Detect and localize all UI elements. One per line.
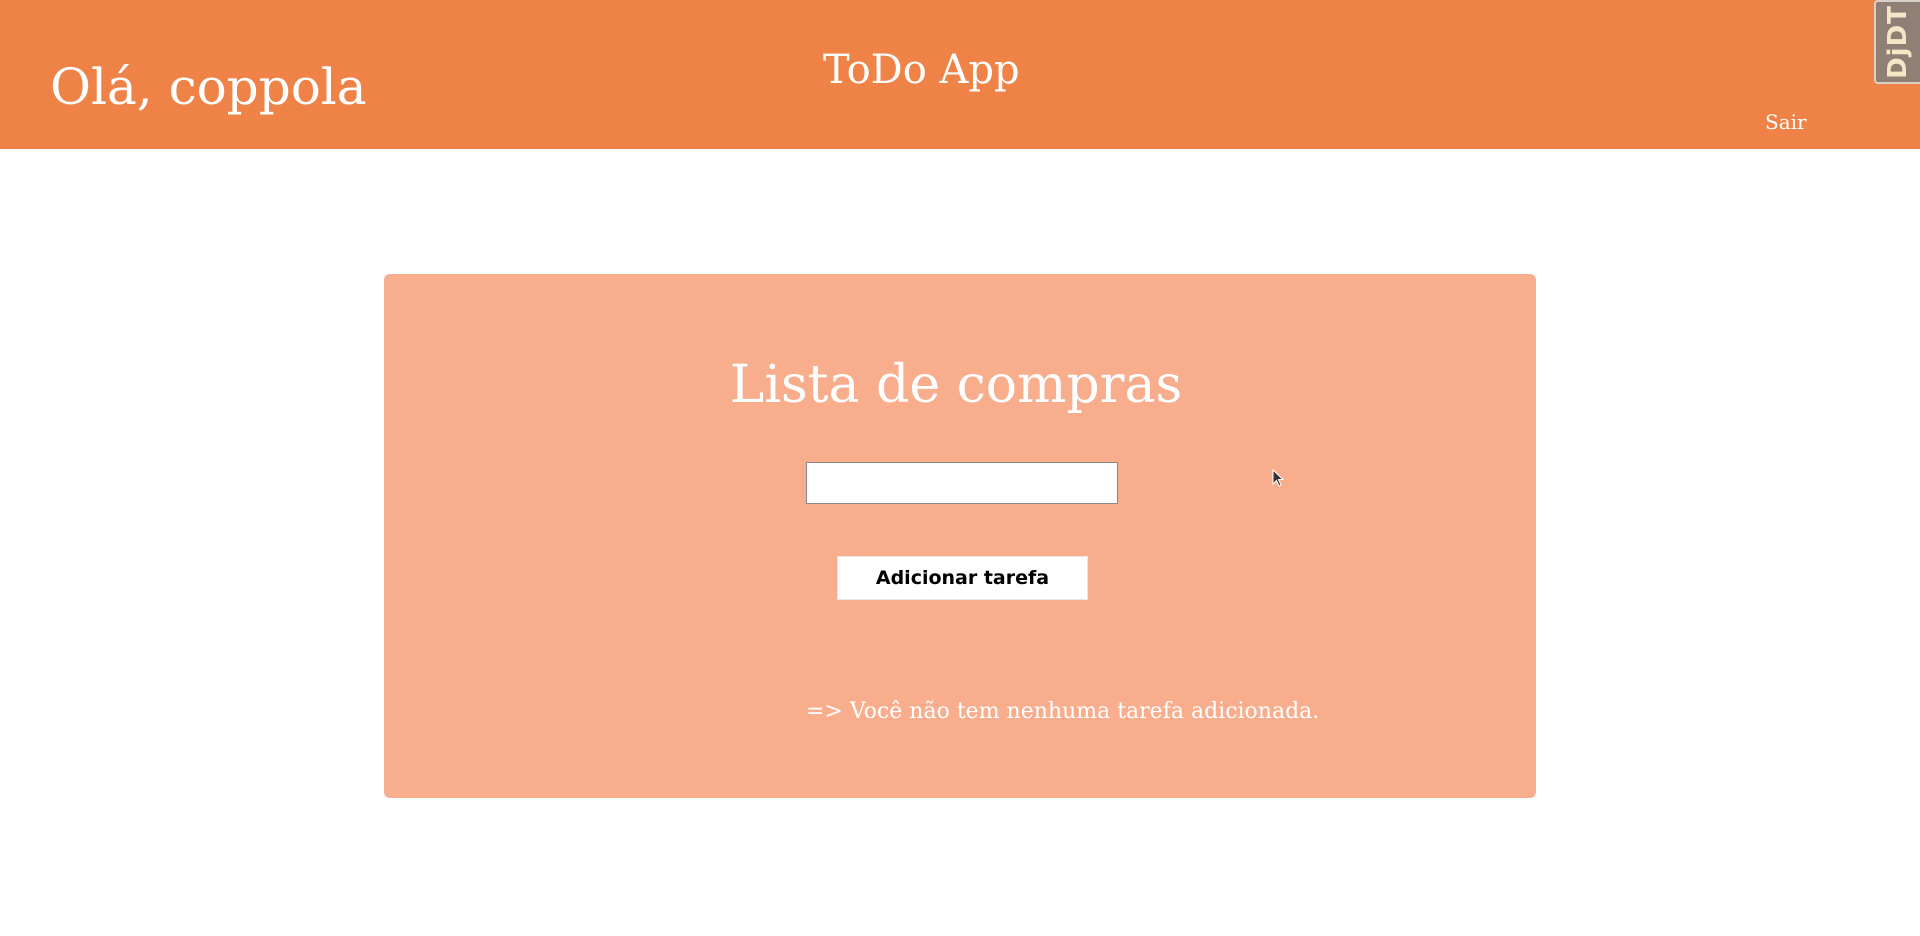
task-input[interactable] xyxy=(806,462,1118,504)
mouse-pointer-icon xyxy=(1272,469,1284,487)
user-greeting: Olá, coppola xyxy=(50,58,367,116)
debug-toolbar-handle[interactable]: DjDT xyxy=(1874,0,1920,84)
debug-toolbar-label: DjDT xyxy=(1883,5,1913,79)
header-bar: Olá, coppola ToDo App Sair xyxy=(0,0,1920,149)
todo-card: Lista de compras Adicionar tarefa => Voc… xyxy=(384,274,1536,798)
app-title: ToDo App xyxy=(823,47,1020,93)
empty-list-message: => Você não tem nenhuma tarefa adicionad… xyxy=(806,699,1320,724)
list-title: Lista de compras xyxy=(729,355,1183,415)
add-task-button[interactable]: Adicionar tarefa xyxy=(837,556,1088,600)
logout-link[interactable]: Sair xyxy=(1765,110,1807,134)
